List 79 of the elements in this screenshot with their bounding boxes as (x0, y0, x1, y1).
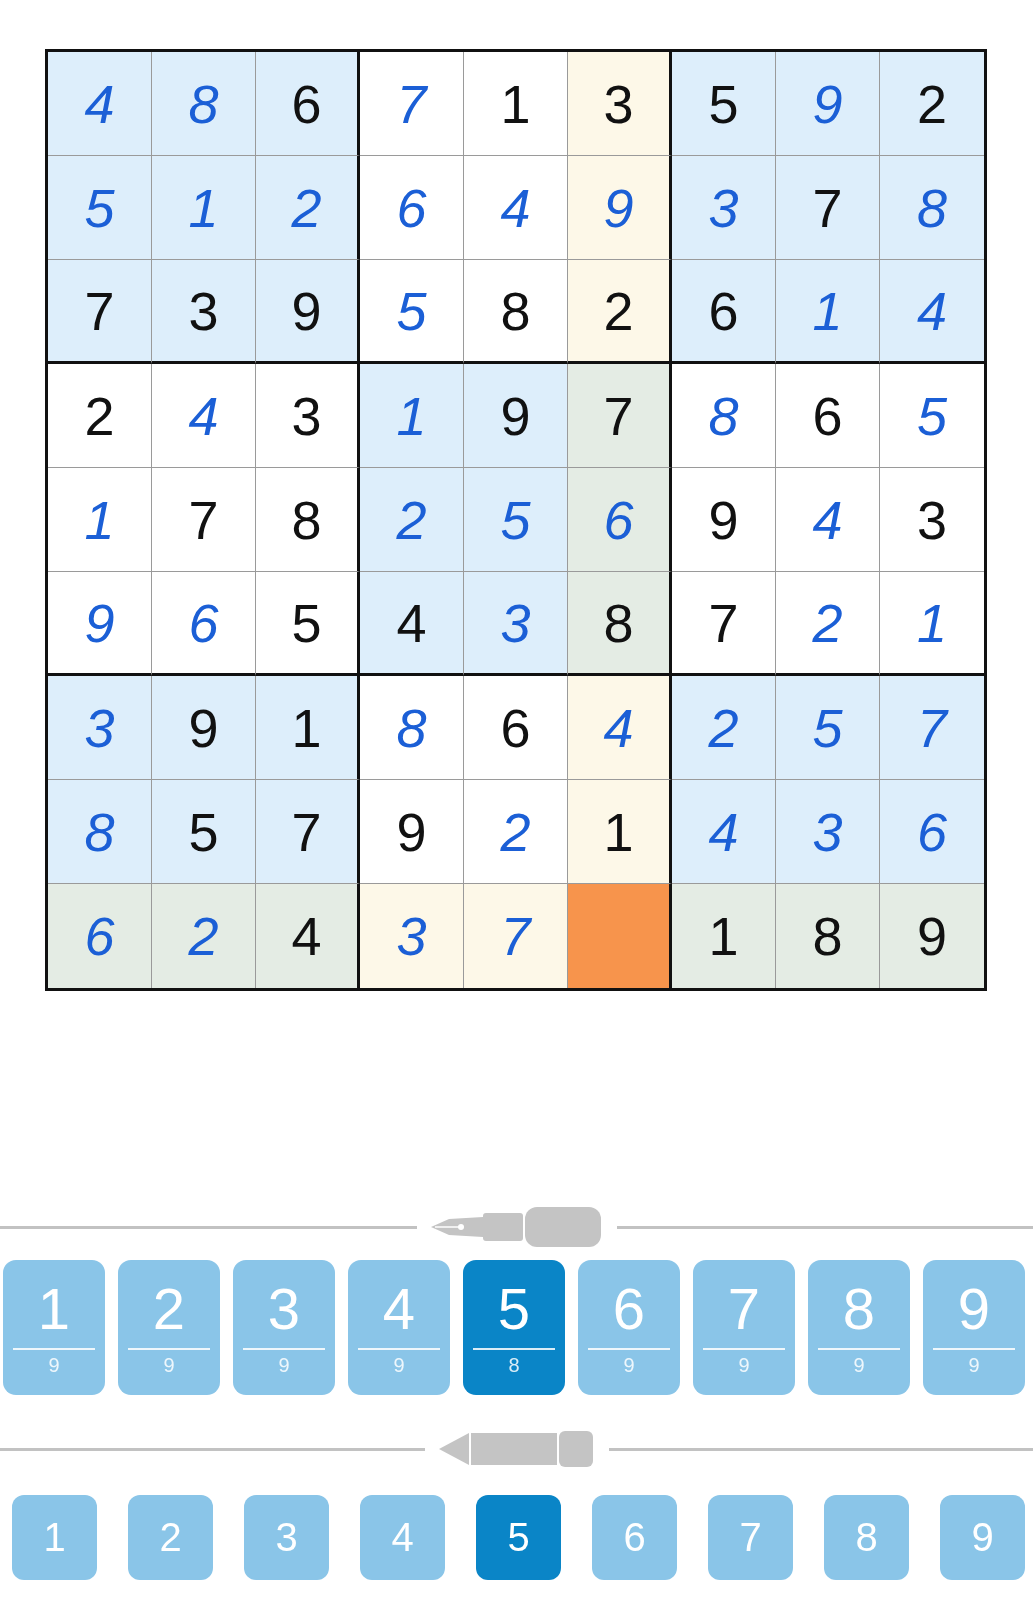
sudoku-cell[interactable]: 7 (152, 468, 256, 572)
sudoku-cell[interactable]: 8 (672, 364, 776, 468)
sudoku-cell[interactable]: 5 (152, 780, 256, 884)
sudoku-cell[interactable]: 2 (464, 780, 568, 884)
sudoku-cell[interactable]: 6 (568, 468, 672, 572)
sudoku-cell[interactable]: 9 (256, 260, 360, 364)
sudoku-cell[interactable]: 9 (880, 884, 984, 988)
sudoku-cell[interactable]: 6 (776, 364, 880, 468)
sudoku-cell[interactable]: 1 (48, 468, 152, 572)
sudoku-cell[interactable]: 8 (256, 468, 360, 572)
sudoku-cell[interactable]: 9 (776, 52, 880, 156)
sudoku-cell[interactable]: 4 (672, 780, 776, 884)
sudoku-cell[interactable]: 2 (48, 364, 152, 468)
sudoku-cell[interactable]: 7 (360, 52, 464, 156)
sudoku-cell[interactable]: 9 (48, 572, 152, 676)
sudoku-cell[interactable]: 8 (880, 156, 984, 260)
sudoku-cell[interactable]: 6 (360, 156, 464, 260)
sudoku-cell[interactable]: 9 (672, 468, 776, 572)
sudoku-cell[interactable]: 4 (880, 260, 984, 364)
sudoku-cell[interactable]: 1 (568, 780, 672, 884)
sudoku-cell[interactable]: 3 (568, 52, 672, 156)
sudoku-cell[interactable]: 1 (672, 884, 776, 988)
sudoku-cell[interactable]: 4 (360, 572, 464, 676)
sudoku-cell[interactable]: 2 (880, 52, 984, 156)
sudoku-cell[interactable]: 4 (776, 468, 880, 572)
sudoku-cell[interactable]: 5 (360, 260, 464, 364)
sudoku-cell[interactable]: 5 (672, 52, 776, 156)
sudoku-cell[interactable]: 3 (360, 884, 464, 988)
sudoku-cell[interactable]: 5 (776, 676, 880, 780)
sudoku-cell[interactable]: 6 (152, 572, 256, 676)
sudoku-cell[interactable]: 7 (48, 260, 152, 364)
sudoku-cell[interactable]: 3 (672, 156, 776, 260)
sudoku-cell[interactable]: 9 (568, 156, 672, 260)
sudoku-cell[interactable]: 3 (152, 260, 256, 364)
sudoku-cell[interactable]: 2 (776, 572, 880, 676)
sudoku-cell[interactable]: 3 (776, 780, 880, 884)
sudoku-cell[interactable]: 9 (152, 676, 256, 780)
note-number-button[interactable]: 5 (476, 1495, 561, 1580)
sudoku-cell[interactable]: 3 (464, 572, 568, 676)
number-button[interactable]: 5 8 (463, 1260, 565, 1395)
sudoku-cell[interactable]: 8 (776, 884, 880, 988)
sudoku-cell[interactable]: 4 (152, 364, 256, 468)
sudoku-cell[interactable]: 4 (464, 156, 568, 260)
sudoku-cell[interactable]: 2 (672, 676, 776, 780)
sudoku-cell[interactable]: 9 (360, 780, 464, 884)
sudoku-cell[interactable]: 6 (880, 780, 984, 884)
sudoku-cell[interactable]: 3 (48, 676, 152, 780)
sudoku-cell[interactable]: 1 (256, 676, 360, 780)
sudoku-cell[interactable]: 7 (672, 572, 776, 676)
sudoku-cell[interactable]: 2 (256, 156, 360, 260)
sudoku-cell[interactable]: 6 (464, 676, 568, 780)
sudoku-cell[interactable]: 1 (152, 156, 256, 260)
sudoku-cell[interactable]: 6 (256, 52, 360, 156)
sudoku-cell[interactable]: 1 (776, 260, 880, 364)
sudoku-cell[interactable]: 4 (48, 52, 152, 156)
sudoku-cell[interactable]: 2 (360, 468, 464, 572)
sudoku-cell[interactable]: 7 (776, 156, 880, 260)
sudoku-cell[interactable]: 8 (48, 780, 152, 884)
sudoku-cell[interactable]: 5 (48, 156, 152, 260)
sudoku-cell[interactable]: 1 (464, 52, 568, 156)
sudoku-cell[interactable]: 5 (256, 572, 360, 676)
sudoku-cell[interactable]: 2 (152, 884, 256, 988)
sudoku-cell[interactable]: 7 (464, 884, 568, 988)
sudoku-cell[interactable]: 8 (152, 52, 256, 156)
sudoku-cell[interactable]: 5 (464, 468, 568, 572)
sudoku-cell[interactable]: 4 (256, 884, 360, 988)
sudoku-cell[interactable]: 2 (568, 260, 672, 364)
sudoku-cell[interactable]: 4 (568, 676, 672, 780)
sudoku-cell[interactable]: 8 (360, 676, 464, 780)
sudoku-cell[interactable]: 8 (464, 260, 568, 364)
sudoku-cell[interactable]: 8 (568, 572, 672, 676)
sudoku-cell[interactable]: 7 (256, 780, 360, 884)
sudoku-cell[interactable]: 7 (568, 364, 672, 468)
sudoku-cell[interactable]: 6 (48, 884, 152, 988)
sudoku-cell[interactable]: 6 (672, 260, 776, 364)
sudoku-cell[interactable]: 7 (880, 676, 984, 780)
sudoku-cell[interactable]: 9 (464, 364, 568, 468)
sudoku-cell[interactable]: 1 (360, 364, 464, 468)
sudoku-cell[interactable]: 3 (256, 364, 360, 468)
